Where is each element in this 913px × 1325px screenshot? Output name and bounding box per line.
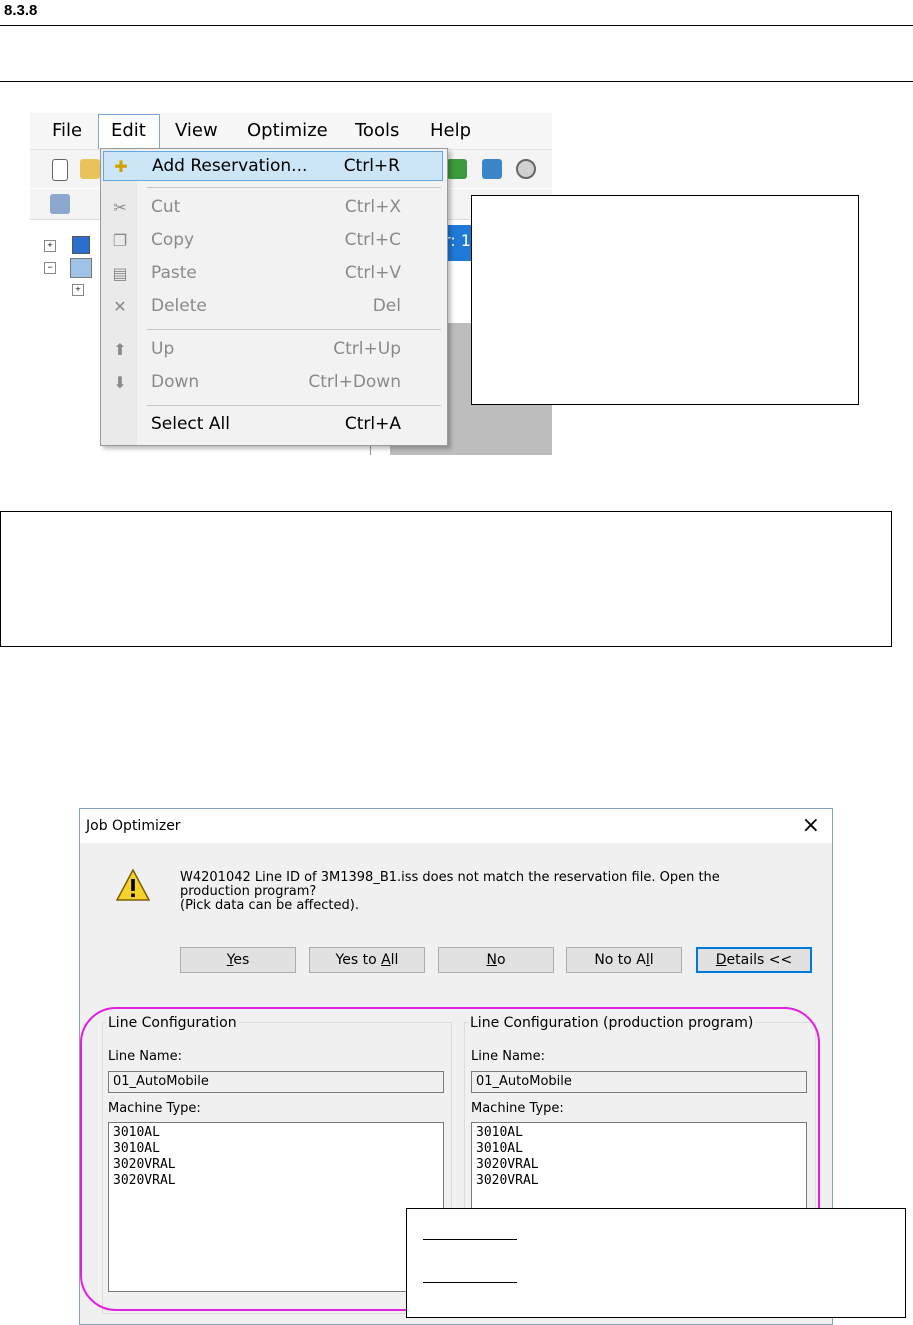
machine-icon [72,236,90,254]
no-button[interactable]: No [438,947,554,973]
edit-dropdown-menu: ✚ Add Reservation... Ctrl+R ✂ Cut Ctrl+X… [100,148,448,446]
menu-item-select-all[interactable]: Select All Ctrl+A [103,410,443,440]
clock-icon[interactable] [516,159,536,179]
paste-icon: ▤ [112,264,128,283]
no-to-all-button[interactable]: No to All [566,947,682,973]
menu-help[interactable]: Help [430,120,471,141]
menu-edit[interactable]: Edit [111,120,146,141]
dialog-title: Job Optimizer [86,818,181,834]
menu-item-copy[interactable]: ❐ Copy Ctrl+C [103,226,443,256]
callout-underline [423,1282,517,1283]
menu-separator [147,329,441,330]
callout-box [471,195,859,405]
menu-tools[interactable]: Tools [355,120,399,141]
menu-item-cut[interactable]: ✂ Cut Ctrl+X [103,193,443,223]
transfer-icon[interactable] [482,159,502,179]
message-line: (Pick data can be affected). [180,898,359,913]
menu-optimize[interactable]: Optimize [247,120,328,141]
note-box [0,511,892,647]
menu-file[interactable]: File [52,120,82,141]
arrow-up-icon: ⬆ [113,340,127,359]
menu-item-add-reservation[interactable]: ✚ Add Reservation... Ctrl+R [103,151,443,181]
dialog-message: W4201042 Line ID of 3M1398_B1.iss does n… [180,871,800,913]
warning-icon [116,869,150,901]
details-button[interactable]: Details << [696,947,812,973]
arrow-down-icon: ⬇ [113,373,127,392]
open-folder-icon[interactable] [80,159,100,179]
dialog-title-bar: Job Optimizer × [80,809,832,843]
menu-view[interactable]: View [175,120,218,141]
menu-item-paste[interactable]: ▤ Paste Ctrl+V [103,259,443,289]
message-line: production program? [180,884,317,899]
menu-item-down[interactable]: ⬇ Down Ctrl+Down [103,368,443,398]
collapse-icon[interactable]: − [44,262,56,274]
close-icon[interactable]: × [802,813,820,838]
menu-item-up[interactable]: ⬆ Up Ctrl+Up [103,335,443,365]
line-icon [70,258,92,278]
callout-underline [423,1239,517,1240]
menu-separator [147,187,441,188]
properties-icon[interactable] [50,194,70,214]
yes-to-all-button[interactable]: Yes to All [309,947,425,973]
add-reservation-icon: ✚ [114,157,128,176]
menu-bar: File Edit View Optimize Tools Help [30,113,552,150]
expand-icon[interactable]: + [72,284,84,296]
expand-icon[interactable]: + [44,240,56,252]
menu-item-delete[interactable]: ✕ Delete Del [103,292,443,322]
header-rule-bottom [0,81,913,82]
new-file-icon[interactable] [52,159,68,181]
menu-separator [147,405,441,406]
copy-icon: ❐ [112,231,128,250]
yes-button[interactable]: Yes [180,947,296,973]
message-line: W4201042 Line ID of 3M1398_B1.iss does n… [180,870,720,885]
section-number: 8.3.8 [4,2,38,19]
network-icon[interactable] [447,159,467,179]
header-rule-top [0,25,913,26]
delete-x-icon: ✕ [113,297,127,316]
callout-box [406,1208,906,1318]
scissors-icon: ✂ [113,198,127,217]
